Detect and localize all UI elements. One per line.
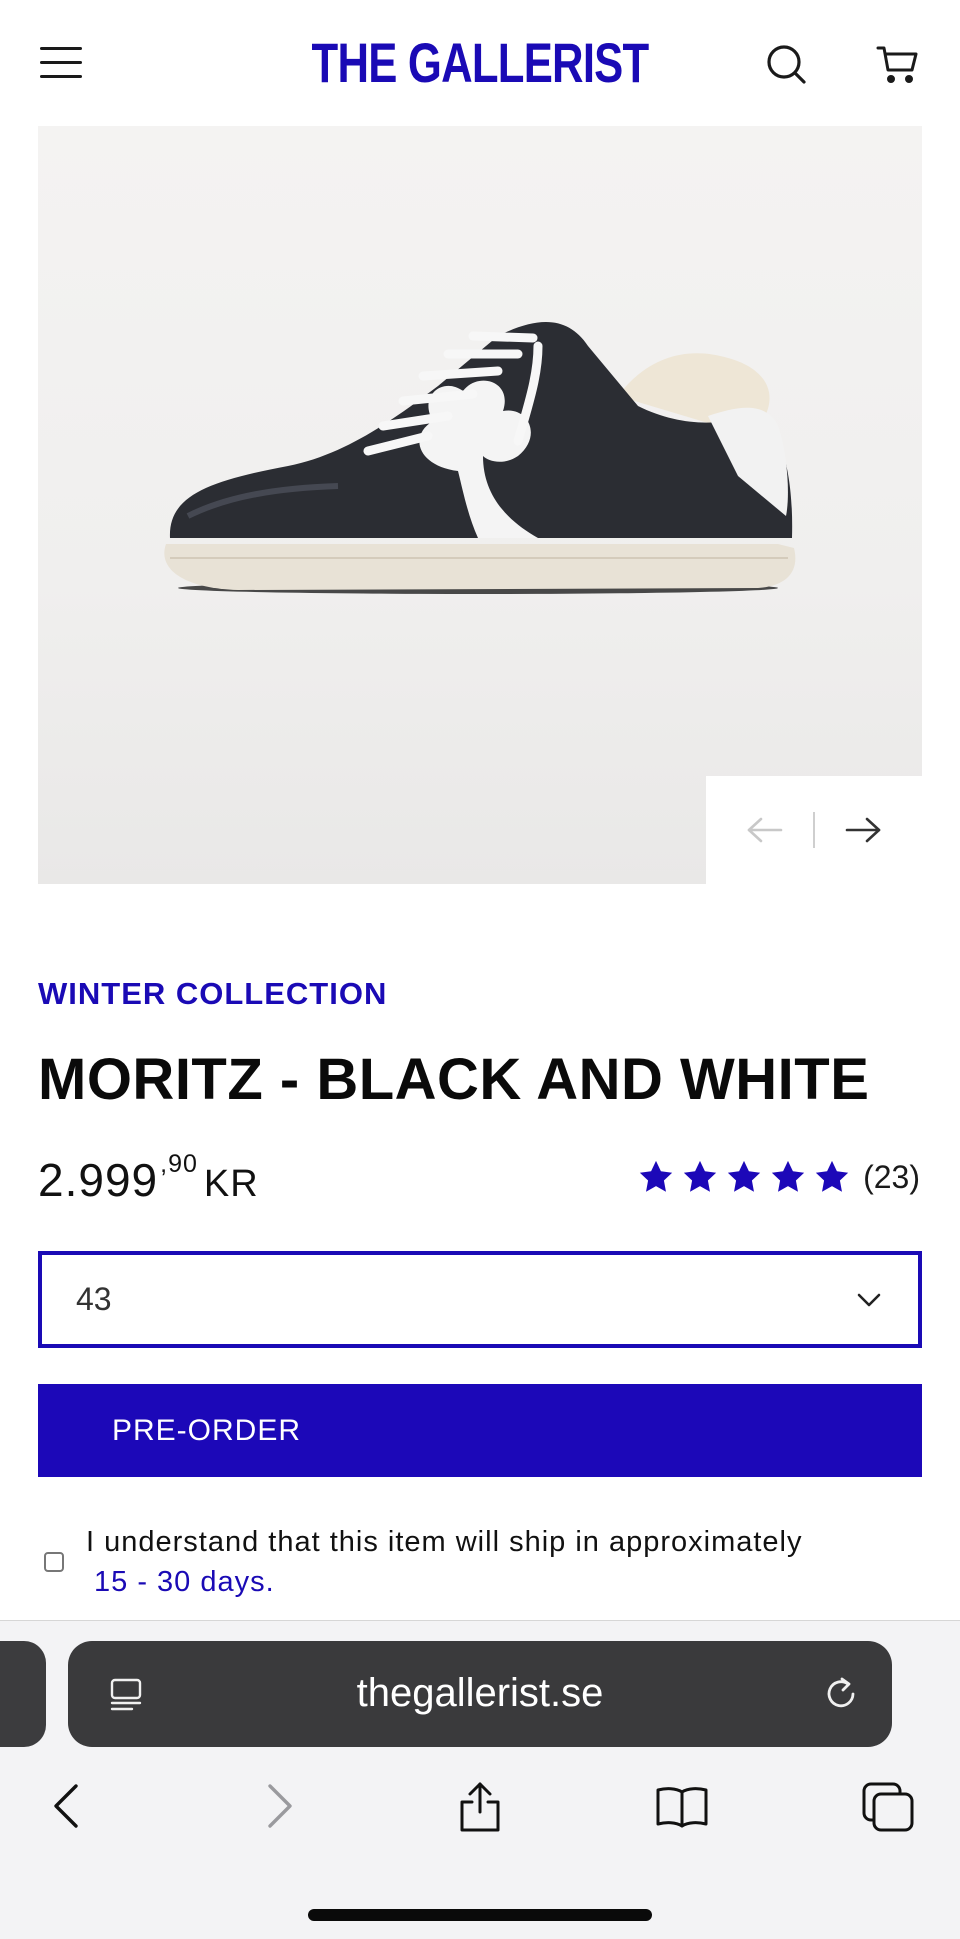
star-icon (771, 1160, 805, 1192)
rating-count: (23) (863, 1158, 920, 1195)
consent-days: 15 - 30 days. (94, 1566, 275, 1598)
address-bar[interactable]: thegallerist.se (68, 1641, 892, 1747)
price-currency: KR (203, 1163, 259, 1205)
price-decimals: ,90 (160, 1150, 198, 1178)
browser-toolbar: thegallerist.se (0, 1620, 960, 1939)
consent-text: I understand that this item will ship in… (86, 1526, 803, 1558)
share-icon[interactable] (450, 1776, 510, 1836)
product-title: MORITZ - BLACK AND WHITE (38, 1047, 870, 1112)
hamburger-icon[interactable] (40, 47, 82, 81)
back-icon[interactable] (40, 1776, 100, 1836)
size-select[interactable]: 43 (38, 1251, 922, 1348)
shipping-consent: I understand that this item will ship in… (42, 1522, 922, 1602)
product-rating[interactable]: (23) (637, 1158, 920, 1196)
star-icon (815, 1160, 849, 1192)
preorder-button[interactable]: PRE-ORDER (38, 1384, 922, 1477)
product-image-gallery[interactable] (38, 126, 922, 884)
forward-icon[interactable] (248, 1776, 308, 1836)
url-text: thegallerist.se (356, 1671, 604, 1715)
site-header: THE GALLERIST (0, 0, 960, 126)
arrow-right-icon[interactable] (833, 810, 893, 850)
consent-checkbox[interactable] (44, 1552, 64, 1572)
cart-icon[interactable] (874, 40, 922, 88)
product-image (164, 322, 796, 594)
chevron-down-icon (857, 1293, 881, 1306)
collection-link[interactable]: WINTER COLLECTION (38, 976, 387, 1012)
reload-icon[interactable] (820, 1673, 862, 1715)
star-icon (727, 1160, 761, 1192)
home-indicator (308, 1909, 652, 1921)
bookmarks-icon[interactable] (652, 1776, 712, 1836)
consent-label: I understand that this item will ship in… (86, 1522, 922, 1602)
previous-tab-peek[interactable] (0, 1641, 46, 1747)
tabs-icon[interactable] (858, 1776, 918, 1836)
nav-divider (813, 812, 815, 848)
search-icon[interactable] (762, 40, 810, 88)
gallery-navigation (706, 776, 922, 884)
price-main: 2.999 (38, 1154, 159, 1206)
brand-logo[interactable]: THE GALLERIST (106, 30, 855, 95)
arrow-left-icon[interactable] (735, 810, 795, 850)
star-icon (639, 1160, 673, 1192)
star-icon (683, 1160, 717, 1192)
product-price: 2.999,90 KR (38, 1150, 259, 1207)
size-selected-value: 43 (76, 1281, 112, 1317)
